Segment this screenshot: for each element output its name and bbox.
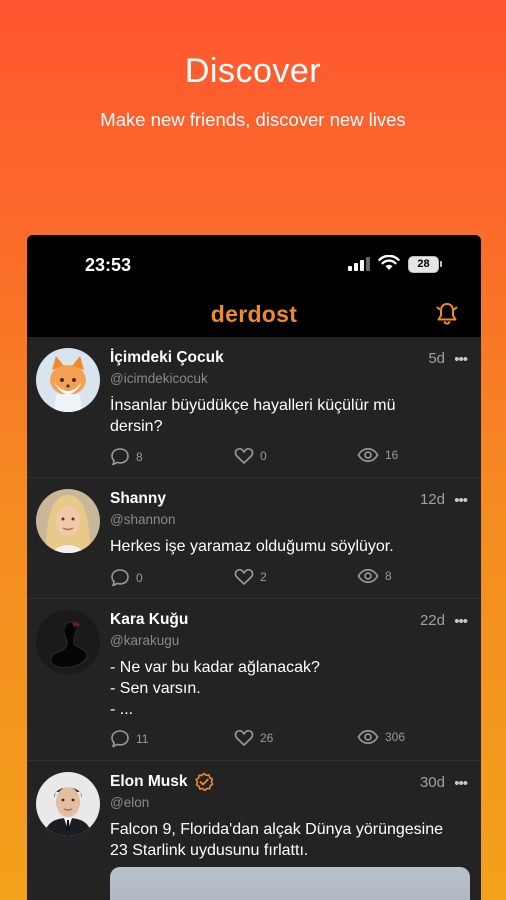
battery-indicator: 28: [408, 256, 439, 273]
post-image[interactable]: [110, 867, 470, 900]
author-name[interactable]: Shanny: [110, 490, 166, 508]
views-indicator: 306: [357, 729, 405, 745]
battery-tip: [440, 261, 442, 267]
post-age: 22d: [419, 612, 445, 629]
more-dots-icon[interactable]: •••: [454, 351, 468, 368]
post[interactable]: Elon Musk @elon 30d ••• Falcon 9, Florid…: [27, 761, 481, 900]
author-handle: @karakugu: [110, 633, 180, 648]
author-handle: @shannon: [110, 512, 176, 527]
avatar[interactable]: [36, 772, 100, 836]
avatar[interactable]: [36, 348, 100, 412]
post-actions: 8 0 16: [110, 447, 430, 467]
post-age: 12d: [419, 491, 445, 508]
comment-count: 11: [136, 731, 149, 746]
comment-count: 0: [136, 570, 143, 585]
more-dots-icon[interactable]: •••: [454, 613, 468, 630]
author-name[interactable]: İçimdeki Çocuk: [110, 349, 224, 367]
heart-icon: [234, 568, 254, 585]
hero-subtitle: Make new friends, discover new lives: [100, 109, 406, 130]
post[interactable]: İçimdeki Çocuk @icimdekicocuk 5d ••• İns…: [27, 337, 481, 478]
post[interactable]: Kara Kuğu @karakugu 22d ••• - Ne var bu …: [27, 599, 481, 761]
like-button[interactable]: 2: [234, 568, 267, 586]
views-indicator: 8: [357, 568, 392, 584]
like-button[interactable]: 0: [234, 447, 267, 465]
eye-icon: [357, 447, 379, 463]
post-age: 5d: [428, 350, 445, 367]
like-count: 2: [260, 570, 267, 584]
hero-title: Discover: [184, 52, 322, 90]
author-handle: @elon: [110, 795, 150, 810]
eye-icon: [357, 568, 379, 584]
post-text: Herkes işe yaramaz olduğumu söylüyor.: [110, 538, 394, 555]
comment-bubble-icon: [111, 730, 129, 748]
wifi-icon: [378, 255, 400, 270]
comment-button[interactable]: 0: [110, 568, 143, 587]
comment-bubble-icon: [111, 448, 129, 466]
post-actions: 0 2 8: [110, 568, 430, 588]
comment-count: 8: [136, 449, 143, 464]
like-count: 0: [260, 449, 267, 463]
like-count: 26: [260, 731, 274, 745]
app-header: 23:53 28 derdost: [27, 235, 481, 337]
phone-screen: 23:53 28 derdost İçimdeki Çocuk @icimdek…: [27, 235, 481, 900]
post-text: İnsanlar büyüdükçe hayalleri küçülür mü …: [110, 397, 396, 435]
avatar[interactable]: [36, 610, 100, 674]
more-dots-icon[interactable]: •••: [454, 775, 468, 792]
app-logo: derdost: [210, 301, 298, 327]
status-time: 23:53: [85, 255, 132, 275]
post-text: - Ne var bu kadar ağlanacak? - Sen varsı…: [110, 659, 320, 718]
more-dots-icon[interactable]: •••: [454, 492, 468, 509]
bell-icon[interactable]: [434, 301, 460, 327]
heart-icon: [234, 729, 254, 746]
signal-icon: [348, 257, 370, 271]
author-name[interactable]: Elon Musk: [110, 773, 188, 791]
eye-icon: [357, 729, 379, 745]
verified-badge-icon: [195, 772, 214, 792]
post-text: Falcon 9, Florida'dan alçak Dünya yörüng…: [110, 821, 444, 859]
post-age: 30d: [419, 774, 445, 791]
comment-bubble-icon: [111, 569, 129, 587]
comment-button[interactable]: 8: [110, 447, 143, 466]
view-count: 306: [385, 730, 406, 744]
view-count: 8: [385, 569, 392, 583]
comment-button[interactable]: 11: [110, 729, 148, 748]
heart-icon: [234, 447, 254, 464]
author-name[interactable]: Kara Kuğu: [110, 611, 188, 629]
view-count: 16: [385, 448, 399, 462]
author-handle: @icimdekicocuk: [110, 371, 208, 386]
views-indicator: 16: [357, 447, 398, 463]
like-button[interactable]: 26: [234, 729, 273, 747]
feed[interactable]: İçimdeki Çocuk @icimdekicocuk 5d ••• İns…: [27, 337, 481, 900]
post-actions: 11 26 306: [110, 729, 430, 749]
post[interactable]: Shanny @shannon 12d ••• Herkes işe yaram…: [27, 478, 481, 599]
avatar[interactable]: [36, 489, 100, 553]
